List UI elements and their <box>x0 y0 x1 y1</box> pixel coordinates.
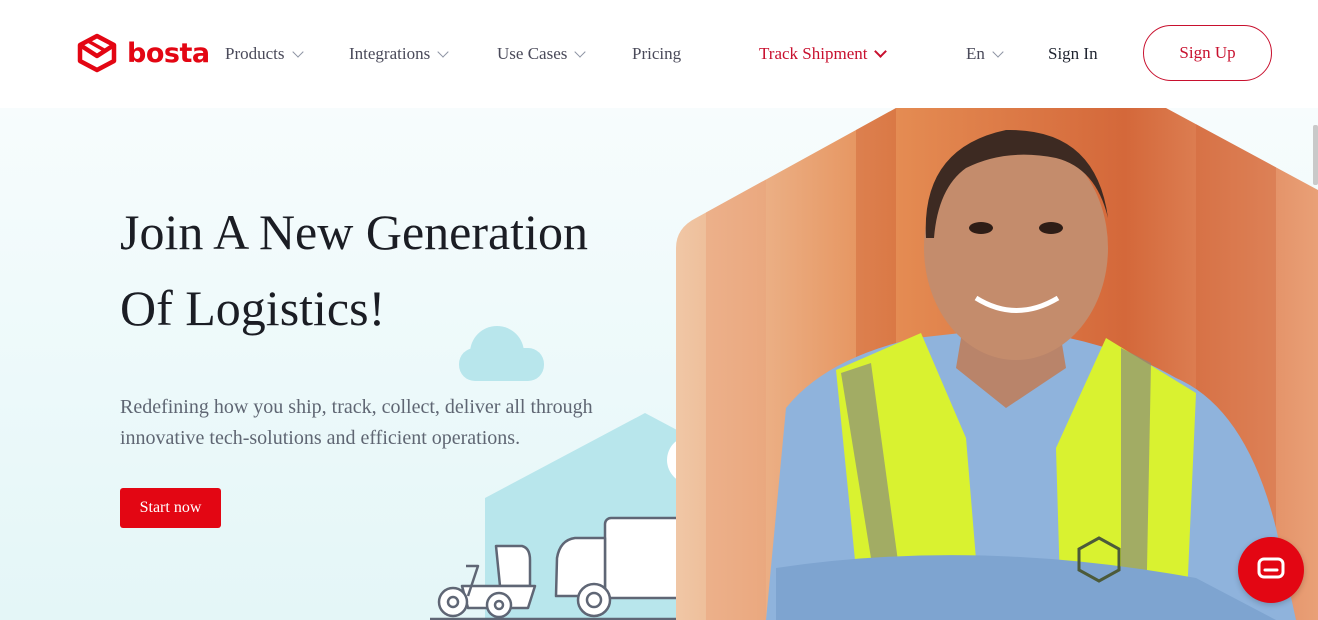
hero-subtitle-line-1: Redefining how you ship, track, collect,… <box>120 396 593 418</box>
language-label: En <box>966 44 985 63</box>
start-now-button[interactable]: Start now <box>120 488 221 528</box>
chevron-down-icon <box>992 45 1004 58</box>
chevron-down-icon <box>437 45 449 58</box>
nav-track-shipment[interactable]: Track Shipment <box>759 44 888 64</box>
nav-integrations[interactable]: Integrations <box>349 44 449 64</box>
chevron-down-icon <box>291 45 304 58</box>
sign-up-button[interactable]: Sign Up <box>1143 25 1272 81</box>
hero-title-line-2: Of Logistics! <box>120 280 386 336</box>
smiling-worker-in-safety-vest-photo <box>676 108 1318 620</box>
sign-in-link[interactable]: Sign In <box>1048 44 1098 64</box>
nav-use-cases-label: Use Cases <box>497 44 568 63</box>
hero-subtitle: Redefining how you ship, track, collect,… <box>120 392 660 454</box>
nav-integrations-label: Integrations <box>349 44 431 63</box>
nav-pricing-label: Pricing <box>632 44 682 63</box>
chevron-down-icon <box>574 45 587 58</box>
nav-pricing[interactable]: Pricing <box>632 44 681 64</box>
hero-title: Join A New Generation Of Logistics! <box>120 194 588 346</box>
site-header: bosta Products Integrations Use Cases Pr… <box>0 0 1318 108</box>
chat-bubble-icon <box>1257 557 1285 579</box>
hero-title-line-1: Join A New Generation <box>120 204 588 260</box>
chat-launcher-button[interactable] <box>1238 537 1304 603</box>
sign-up-label: Sign Up <box>1179 43 1236 62</box>
nav-use-cases[interactable]: Use Cases <box>497 44 587 64</box>
brand-logo[interactable]: bosta <box>76 33 210 73</box>
nav-track-shipment-label: Track Shipment <box>759 44 868 63</box>
sign-in-label: Sign In <box>1048 44 1098 63</box>
page-scrollbar[interactable] <box>1313 125 1318 185</box>
nav-products[interactable]: Products <box>225 44 304 64</box>
language-selector[interactable]: En <box>966 44 1004 64</box>
start-now-label: Start now <box>139 499 202 516</box>
brand-name: bosta <box>127 37 210 69</box>
hero-subtitle-line-2: innovative tech-solutions and efficient … <box>120 427 521 449</box>
nav-products-label: Products <box>225 44 285 63</box>
bosta-box-icon <box>77 33 117 73</box>
chevron-down-icon <box>874 45 888 58</box>
